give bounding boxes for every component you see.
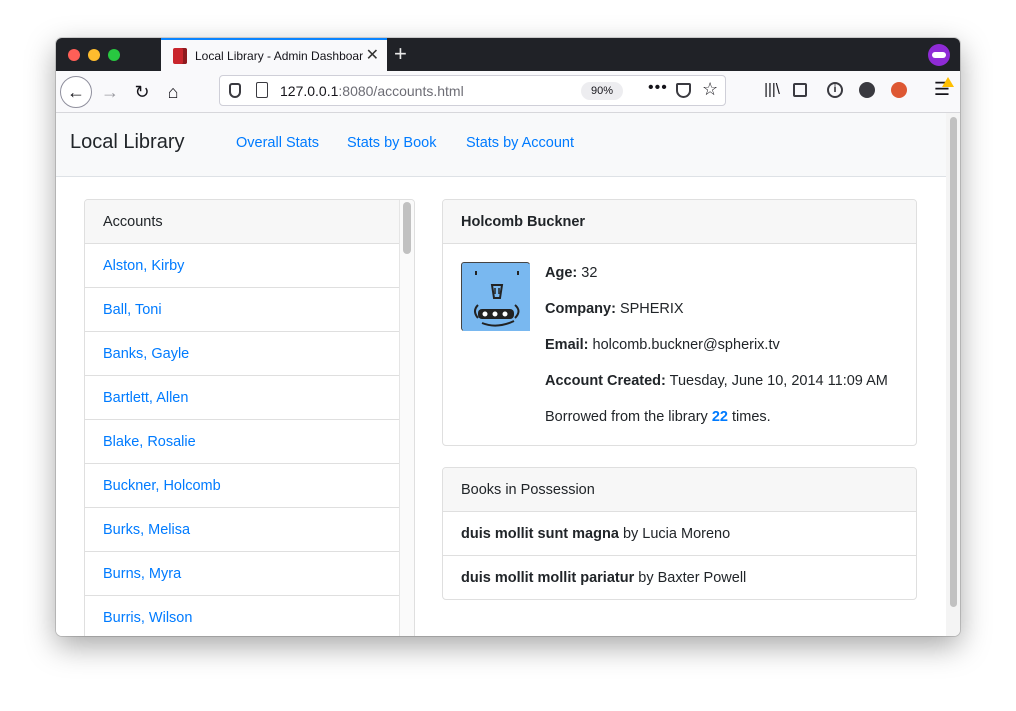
nav-overall-stats[interactable]: Overall Stats [236,135,319,151]
pocket-icon[interactable] [676,83,691,98]
account-item[interactable]: Burns, Myra [85,552,401,596]
bookmark-star-icon[interactable]: ☆ [702,79,718,100]
avatar [461,262,530,331]
account-item[interactable]: Alston, Kirby [85,244,401,288]
site-navbar: Local Library Overall Stats Stats by Boo… [56,113,946,177]
detail-created: Account Created: Tuesday, June 10, 2014 … [545,373,888,389]
duckduckgo-icon[interactable] [891,82,907,98]
page-actions-icon[interactable]: ••• [648,79,668,97]
private-browsing-icon [928,44,950,66]
zoom-badge[interactable]: 90% [581,82,623,100]
borrow-prefix: Borrowed from the library [545,409,708,425]
book-title: duis mollit sunt magna [461,526,619,542]
age-value: 32 [581,265,598,281]
book-author: Baxter Powell [657,570,747,586]
accounts-list: Accounts Alston, Kirby Ball, Toni Banks,… [84,199,415,636]
borrow-count-value: 22 [711,409,728,425]
tab-bar: Local Library - Admin Dashboard ✕ + [56,38,960,71]
tab-title: Local Library - Admin Dashboard [195,48,363,63]
account-item[interactable]: Burris, Wilson [85,596,401,636]
warning-icon [942,77,954,87]
company-value: SPHERIX [619,301,684,317]
reload-button[interactable]: ↻ [128,78,156,106]
book-item: duis mollit mollit pariatur by Baxter Po… [443,556,916,599]
age-label: Age: [545,265,578,281]
book-icon [173,47,187,64]
new-tab-button[interactable]: + [394,43,407,65]
book-title: duis mollit mollit pariatur [461,570,635,586]
browser-window: Local Library - Admin Dashboard ✕ + ← → … [56,38,960,636]
home-button[interactable]: ⌂ [159,78,187,106]
accounts-scrollbar[interactable] [399,200,414,636]
site-brand[interactable]: Local Library [70,131,185,154]
account-item[interactable]: Banks, Gayle [85,332,401,376]
sidebar-icon[interactable] [793,83,807,97]
email-label: Email: [545,337,589,353]
browser-toolbar: ← → ↻ ⌂ 127.0.0.1:8080/accounts.html 90%… [56,71,960,113]
nav-stats-by-book[interactable]: Stats by Book [347,135,436,151]
nav-stats-by-account[interactable]: Stats by Account [466,135,574,151]
account-item[interactable]: Blake, Rosalie [85,420,401,464]
book-item: duis mollit sunt magna by Lucia Moreno [443,512,916,556]
detail-company: Company: SPHERIX [545,301,684,317]
account-detail-card: Holcomb Buckner Age: 32 Company: SPHERIX… [442,199,917,446]
url-text[interactable]: 127.0.0.1:8080/accounts.html [280,83,464,99]
accounts-scrollbar-thumb[interactable] [403,202,411,254]
maximize-window-button[interactable] [108,49,120,61]
browser-tab[interactable]: Local Library - Admin Dashboard ✕ [161,38,387,71]
company-label: Company: [545,301,616,317]
email-value: holcomb.buckner@spherix.tv [592,337,780,353]
account-item[interactable]: Ball, Toni [85,288,401,332]
account-icon[interactable] [859,82,875,98]
page-scrollbar-thumb[interactable] [950,117,957,607]
forward-button[interactable]: → [96,78,124,106]
created-label: Account Created: [545,373,666,389]
url-path: :8080/accounts.html [338,83,464,99]
robot-face-icon [463,264,530,331]
book-by: by [638,570,654,586]
minimize-window-button[interactable] [88,49,100,61]
account-item[interactable]: Bartlett, Allen [85,376,401,420]
page-scrollbar[interactable] [946,113,960,636]
detail-borrow-count: Borrowed from the library 22 times. [545,409,771,425]
books-header: Books in Possession [443,468,916,512]
book-by: by [622,526,639,542]
shield-icon[interactable] [229,83,241,98]
url-host: 127.0.0.1 [280,83,339,99]
accounts-header: Accounts [85,200,401,244]
detail-email: Email: holcomb.buckner@spherix.tv [545,337,780,353]
close-window-button[interactable] [68,49,80,61]
page-content: Local Library Overall Stats Stats by Boo… [56,113,946,636]
address-bar[interactable]: 127.0.0.1:8080/accounts.html 90% ••• ☆ [219,75,726,106]
borrow-suffix: times. [731,409,771,425]
account-item[interactable]: Buckner, Holcomb [85,464,401,508]
info-icon[interactable]: i [827,82,843,98]
back-button[interactable]: ← [60,76,92,108]
page-icon[interactable] [256,82,268,98]
close-tab-icon[interactable]: ✕ [366,48,379,64]
book-author: Lucia Moreno [642,526,731,542]
created-value: Tuesday, June 10, 2014 11:09 AM [669,373,888,389]
library-icon[interactable]: |||\ [762,81,782,98]
account-name: Holcomb Buckner [443,200,916,244]
books-in-possession-card: Books in Possession duis mollit sunt mag… [442,467,917,600]
detail-age: Age: 32 [545,265,597,281]
account-item[interactable]: Burks, Melisa [85,508,401,552]
